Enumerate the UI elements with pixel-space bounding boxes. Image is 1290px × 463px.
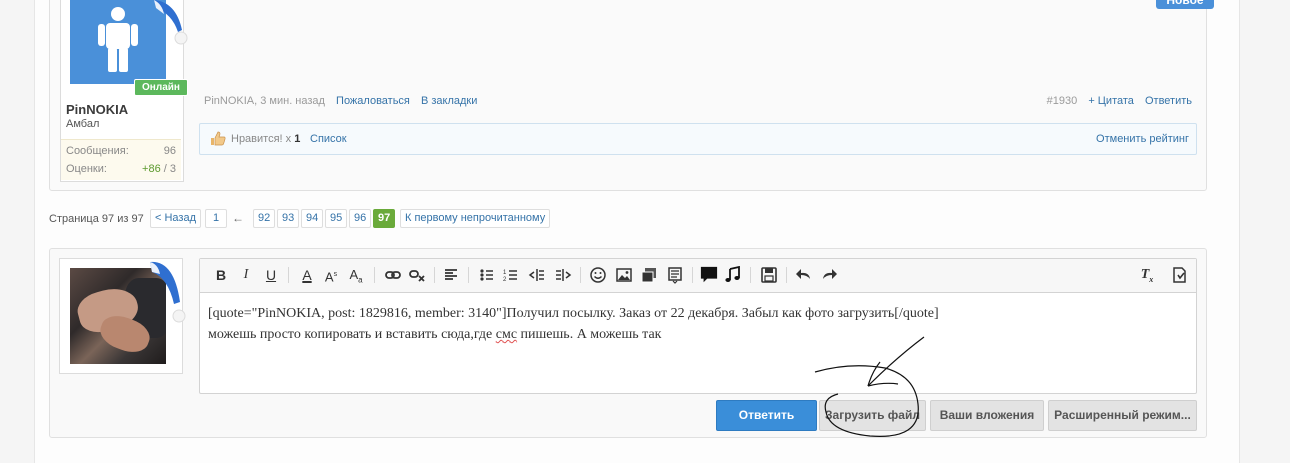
editor-text-before: можешь просто копировать и вставить сюда… bbox=[208, 327, 496, 342]
link-icon[interactable] bbox=[384, 266, 402, 284]
toolbar-separator bbox=[288, 267, 289, 283]
like-summary: Нравится! x 1 bbox=[231, 133, 300, 145]
font-family-button[interactable]: Aa bbox=[347, 266, 365, 285]
report-link[interactable]: Пожаловаться bbox=[336, 95, 410, 107]
first-unread-button[interactable]: К первому непрочитанному bbox=[400, 209, 551, 228]
upload-file-button[interactable]: Загрузить файл bbox=[819, 400, 926, 431]
editor-line-message: можешь просто копировать и вставить сюда… bbox=[208, 324, 1168, 345]
undo-icon[interactable] bbox=[795, 266, 813, 284]
likes-bar: Нравится! x 1 Список Отменить рейтинг bbox=[199, 123, 1197, 155]
page-92[interactable]: 92 bbox=[253, 209, 275, 228]
new-badge: Новое bbox=[1156, 0, 1214, 9]
like-list-link[interactable]: Список bbox=[310, 133, 347, 145]
editor-line-quote: [quote="PinNOKIA, post: 1829816, member:… bbox=[208, 306, 939, 321]
page-first[interactable]: 1 bbox=[205, 209, 227, 228]
editor-content[interactable]: [quote="PinNOKIA, post: 1829816, member:… bbox=[208, 303, 1168, 345]
advanced-mode-button[interactable]: Расширенный режим... bbox=[1048, 400, 1197, 431]
italic-button[interactable]: I bbox=[237, 266, 255, 284]
unlink-icon[interactable] bbox=[408, 266, 426, 284]
outdent-icon[interactable] bbox=[528, 266, 546, 284]
bbcode-toggle-icon[interactable] bbox=[1170, 266, 1188, 284]
page-94[interactable]: 94 bbox=[301, 209, 323, 228]
toolbar-separator bbox=[434, 267, 435, 283]
font-size-button[interactable]: As bbox=[322, 266, 340, 284]
undo-rating-link[interactable]: Отменить рейтинг bbox=[1096, 133, 1189, 145]
music-icon[interactable] bbox=[724, 266, 742, 284]
username[interactable]: PinNOKIA bbox=[66, 102, 128, 117]
smilies-icon[interactable] bbox=[589, 266, 607, 284]
page-96[interactable]: 96 bbox=[349, 209, 371, 228]
thumbs-up-icon bbox=[211, 131, 226, 146]
online-badge: Онлайн bbox=[134, 79, 188, 96]
underline-button[interactable]: U bbox=[262, 266, 280, 284]
santa-hat-icon bbox=[150, 261, 186, 323]
like-count: 1 bbox=[294, 133, 301, 145]
quote-link[interactable]: + Цитата bbox=[1088, 95, 1134, 107]
like-text: Нравится! x bbox=[231, 133, 292, 145]
stat-ratings-positive: +86 bbox=[142, 163, 161, 175]
numbered-list-icon[interactable]: 12 bbox=[502, 266, 520, 284]
save-draft-icon[interactable] bbox=[760, 266, 778, 284]
user-title: Амбал bbox=[66, 118, 100, 130]
prev-page-button[interactable]: < Назад bbox=[150, 209, 201, 228]
indent-icon[interactable] bbox=[554, 266, 572, 284]
bookmark-link[interactable]: В закладки bbox=[421, 95, 477, 107]
font-color-button[interactable]: A bbox=[298, 266, 316, 284]
stat-ratings: Оценки: +86 / 3 bbox=[66, 163, 176, 175]
stat-ratings-rest: / 3 bbox=[160, 163, 176, 175]
svg-text:2: 2 bbox=[503, 277, 507, 283]
message-editor[interactable]: B I U A As Aa 12 Tx [quote="PinNOKIA, po… bbox=[199, 258, 1197, 394]
editor-toolbar: B I U A As Aa 12 Tx bbox=[200, 259, 1196, 293]
post-number[interactable]: #1930 bbox=[1047, 95, 1078, 107]
bold-button[interactable]: B bbox=[212, 266, 230, 284]
reply-link[interactable]: Ответить bbox=[1145, 95, 1192, 107]
message-meta-right: #1930 + Цитата Ответить bbox=[1047, 95, 1192, 107]
editor-text-after: пишешь. А можешь так bbox=[517, 327, 662, 342]
toolbar-separator bbox=[692, 267, 693, 283]
redo-icon[interactable] bbox=[820, 266, 838, 284]
toolbar-separator bbox=[468, 267, 469, 283]
message-meta-left: PinNOKIA, 3 мин. назад Пожаловаться В за… bbox=[204, 95, 477, 107]
attachments-button[interactable]: Ваши вложения bbox=[930, 400, 1044, 431]
stat-messages-value[interactable]: 96 bbox=[164, 145, 176, 157]
bullet-list-icon[interactable] bbox=[478, 266, 496, 284]
svg-text:1: 1 bbox=[503, 270, 507, 276]
media-icon[interactable] bbox=[640, 266, 658, 284]
reply-button[interactable]: Ответить bbox=[716, 400, 817, 431]
remove-format-button[interactable]: Tx bbox=[1138, 266, 1156, 284]
stat-ratings-value: +86 / 3 bbox=[142, 163, 176, 175]
toolbar-separator bbox=[786, 267, 787, 283]
quote-icon[interactable] bbox=[700, 266, 718, 284]
user-stats: Сообщения: 96 Оценки: +86 / 3 bbox=[61, 139, 181, 180]
stat-messages-label: Сообщения: bbox=[66, 145, 129, 157]
toolbar-separator bbox=[374, 267, 375, 283]
santa-hat-icon bbox=[154, 0, 188, 45]
stat-ratings-label: Оценки: bbox=[66, 163, 107, 175]
page-93[interactable]: 93 bbox=[277, 209, 299, 228]
align-icon[interactable] bbox=[442, 266, 460, 284]
toolbar-separator bbox=[580, 267, 581, 283]
post-author-time[interactable]: PinNOKIA, 3 мин. назад bbox=[204, 95, 325, 107]
pagination-label: Страница 97 из 97 bbox=[49, 213, 144, 225]
stat-messages: Сообщения: 96 bbox=[66, 145, 176, 157]
image-icon[interactable] bbox=[615, 266, 633, 284]
page-skip-arrow[interactable]: ← bbox=[232, 211, 244, 225]
code-icon[interactable] bbox=[666, 266, 684, 284]
page-current[interactable]: 97 bbox=[373, 209, 395, 228]
toolbar-separator bbox=[750, 267, 751, 283]
page-95[interactable]: 95 bbox=[325, 209, 347, 228]
misspelled-word[interactable]: смс bbox=[496, 327, 517, 342]
